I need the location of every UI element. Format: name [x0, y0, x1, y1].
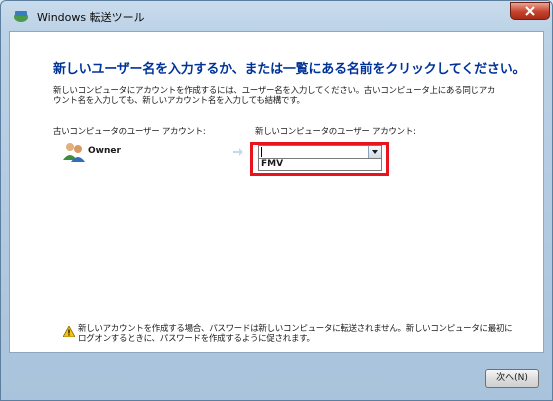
users-icon [63, 143, 85, 162]
old-user-name: Owner [88, 146, 121, 156]
old-account-label: 古いコンピュータのユーザー アカウント: [53, 127, 206, 137]
window-title: Windows 転送ツール [37, 11, 145, 24]
new-account-label: 新しいコンピュータのユーザー アカウント: [255, 127, 416, 137]
next-button[interactable]: 次へ(N) [485, 369, 539, 388]
chevron-down-icon [372, 150, 378, 154]
description-text: 新しいコンピュータにアカウントを作成するには、ユーザー名を入力してください。古い… [53, 86, 496, 106]
close-icon [525, 6, 535, 16]
dropdown-list: FMV [258, 159, 382, 171]
transfer-window: Windows 転送ツール 新しいユーザー名を入力するか、または一覧にある名前を… [0, 0, 553, 401]
password-note: 新しいアカウントを作成する場合、パスワードは新しいコンピュータに転送されません。… [78, 324, 513, 344]
page-heading: 新しいユーザー名を入力するか、または一覧にある名前をクリックしてください。 [53, 62, 526, 77]
content-pane [9, 31, 544, 353]
text-caret [261, 147, 262, 157]
close-button[interactable] [510, 2, 550, 20]
title-bar[interactable]: Windows 転送ツール [1, 1, 552, 31]
dropdown-button[interactable] [368, 146, 381, 158]
arrow-right-icon [233, 148, 243, 156]
new-account-combobox[interactable] [258, 145, 382, 159]
app-icon [14, 11, 28, 22]
warning-icon [63, 326, 75, 337]
dropdown-option[interactable]: FMV [261, 159, 283, 169]
